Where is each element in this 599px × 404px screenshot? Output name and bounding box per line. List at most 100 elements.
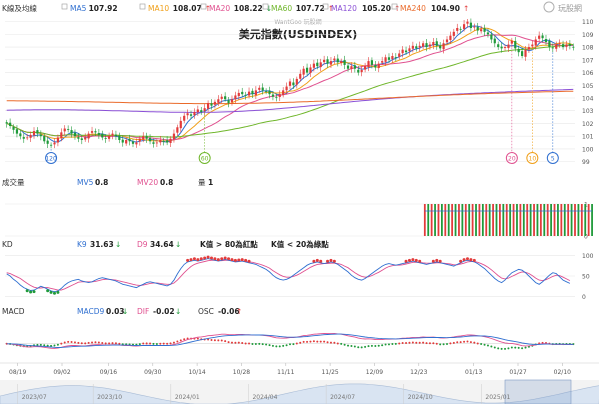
candle-body	[155, 142, 158, 144]
kd-overbought-dot	[233, 258, 237, 262]
candle-body	[425, 43, 428, 48]
volume-bar	[522, 204, 525, 236]
candle-body	[39, 134, 42, 137]
volume-bar	[434, 204, 436, 236]
candle-body	[333, 58, 336, 61]
candle-body	[346, 65, 350, 69]
volume-bar	[509, 204, 512, 236]
osc-dot	[179, 339, 182, 342]
candle-body	[503, 47, 507, 49]
volume-bar	[580, 204, 583, 236]
candle-body	[432, 42, 435, 46]
candle-body	[261, 87, 264, 91]
volume-bar	[440, 204, 443, 236]
osc-dot	[432, 342, 435, 345]
osc-dot	[94, 341, 97, 344]
volume-bar	[485, 204, 488, 236]
candle-body	[483, 28, 486, 32]
candle-body	[108, 136, 111, 139]
candle-body	[517, 48, 520, 53]
kd-oversold-dot	[56, 290, 60, 294]
volume-bar	[458, 204, 460, 236]
osc-dot	[210, 339, 213, 342]
candle-body	[520, 51, 524, 56]
volume-bar	[543, 204, 546, 236]
scrollbar-year-label: 2023/10	[97, 394, 122, 401]
scrollbar-year-label: 2024/04	[252, 394, 277, 401]
osc-dot	[299, 341, 302, 344]
scrollbar-year-label: 2024/07	[330, 394, 355, 401]
candle-body	[29, 134, 32, 138]
candle-body	[490, 34, 493, 40]
osc-dot	[101, 341, 104, 344]
candle-body	[387, 57, 391, 60]
osc-dot	[91, 341, 94, 344]
osc-dot	[370, 344, 373, 347]
volume-bar	[492, 204, 494, 236]
candle-body	[193, 112, 196, 116]
ma-line-ma120	[6, 88, 574, 113]
kd-overbought-dot	[244, 258, 248, 262]
candle-body	[568, 43, 571, 46]
candle-body	[282, 90, 285, 96]
kd-overbought-dot	[216, 258, 220, 262]
osc-dot	[309, 340, 312, 343]
mv5-value: 0.8	[95, 178, 108, 187]
candle-body	[200, 110, 203, 112]
osc-dot	[428, 342, 431, 345]
kd-overbought-dot	[332, 259, 336, 263]
candle-body	[234, 95, 237, 100]
k-arrow: ↓	[115, 240, 121, 249]
candle-body	[534, 39, 537, 46]
osc-dot	[268, 344, 271, 347]
osc-dot	[336, 342, 339, 345]
osc-dot	[237, 341, 240, 344]
kd-overbought-dot	[414, 258, 418, 262]
volume-bar	[539, 204, 542, 236]
candle-body	[63, 128, 66, 132]
candle-body	[26, 137, 29, 139]
timeline-scrollbar[interactable]: 2023/07 2023/10 2024/01 2024/04 2024/07 2024/…	[0, 379, 599, 404]
candle-body	[524, 49, 527, 57]
candle-body	[90, 131, 94, 133]
osc-dot	[357, 346, 360, 349]
ma-marker-label: 20	[508, 156, 516, 163]
candle-body	[152, 142, 155, 144]
candle-body	[558, 43, 561, 45]
candle-body	[527, 47, 531, 50]
osc-dot	[469, 341, 472, 344]
candle-body	[285, 86, 288, 91]
mv20-label: MV20	[137, 178, 158, 187]
candle-body	[538, 35, 541, 39]
osc-dot	[111, 342, 114, 345]
candle-body	[67, 129, 70, 130]
osc-dot	[295, 342, 298, 345]
osc-dot	[271, 344, 274, 347]
osc-dot	[510, 346, 513, 349]
candle-body	[121, 139, 124, 143]
candle-body	[486, 32, 490, 35]
osc-dot	[265, 343, 268, 346]
candle-body	[456, 28, 459, 31]
candle-body	[480, 29, 483, 32]
osc-dot	[63, 341, 66, 344]
volume-bar	[464, 204, 467, 236]
osc-dot	[425, 342, 428, 345]
kd-overbought-dot	[199, 257, 203, 261]
candle-body	[73, 132, 77, 137]
candle-body	[439, 45, 442, 49]
candle-body	[473, 26, 476, 28]
candle-body	[183, 115, 186, 121]
kd-tick-label: 100	[582, 253, 594, 260]
osc-dot	[377, 344, 380, 347]
volume-panel-label: 成交量	[2, 177, 25, 187]
candle-body	[56, 137, 60, 143]
brand-logo: 玩股網	[543, 1, 582, 13]
candle-body	[507, 44, 510, 49]
candle-body	[384, 57, 387, 62]
osc-dot	[422, 341, 425, 344]
osc-dot	[398, 342, 401, 345]
scrollbar-year-label: 2024/10	[408, 394, 433, 401]
candle-body	[80, 138, 83, 140]
candle-body	[367, 61, 370, 68]
